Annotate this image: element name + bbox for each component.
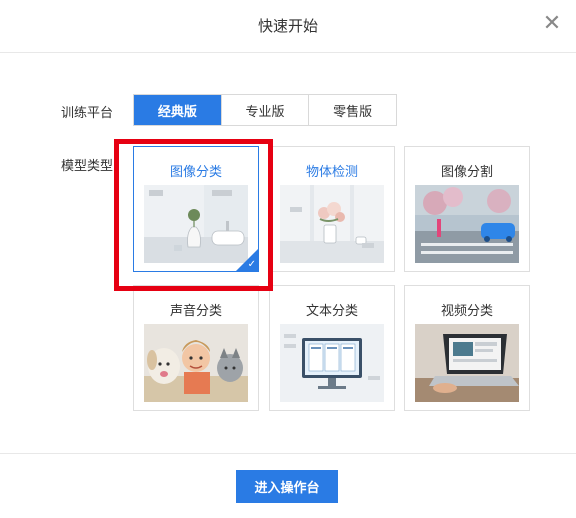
close-icon[interactable]: ✕ [540,12,564,36]
dialog-title: 快速开始 [257,17,318,35]
enter-console-button[interactable]: 进入操作台 [236,470,338,503]
platform-segmented-control: 经典版 专业版 零售版 [133,94,397,126]
check-icon: ✓ [247,259,256,270]
card-title: 图像分割 [440,165,493,180]
platform-option-classic[interactable]: 经典版 [134,95,221,125]
street-car-photo-icon [415,185,519,263]
dialog-header: 快速开始 ✕ [0,0,576,53]
card-title: 视频分类 [440,304,493,319]
vase-sink-photo-icon [144,185,248,263]
dog-child-cat-photo-icon [144,324,248,402]
model-type-label: 模型类型 [61,159,114,174]
model-card-image-classification[interactable]: 图像分类 ✓ [133,146,259,272]
platform-option-retail[interactable]: 零售版 [308,95,397,125]
card-title: 声音分类 [169,304,222,319]
dialog-footer: 进入操作台 [0,453,576,518]
model-card-image-segmentation[interactable]: 图像分割 [404,146,530,272]
platform-option-pro[interactable]: 专业版 [220,95,309,125]
platform-label: 训练平台 [61,106,114,121]
laptop-photo-icon [415,324,519,402]
quick-start-dialog: 快速开始 ✕ 训练平台 经典版 专业版 零售版 模型类型 图像分类 ✓ 物体检测… [0,0,576,518]
model-card-sound-classification[interactable]: 声音分类 [133,285,259,411]
card-title: 文本分类 [305,304,358,319]
document-monitor-photo-icon [280,324,384,402]
model-card-video-classification[interactable]: 视频分类 [404,285,530,411]
model-card-text-classification[interactable]: 文本分类 [269,285,395,411]
card-title: 图像分类 [169,165,222,180]
flower-vase-photo-icon [280,185,384,263]
card-title: 物体检测 [305,165,358,180]
model-card-object-detection[interactable]: 物体检测 [269,146,395,272]
